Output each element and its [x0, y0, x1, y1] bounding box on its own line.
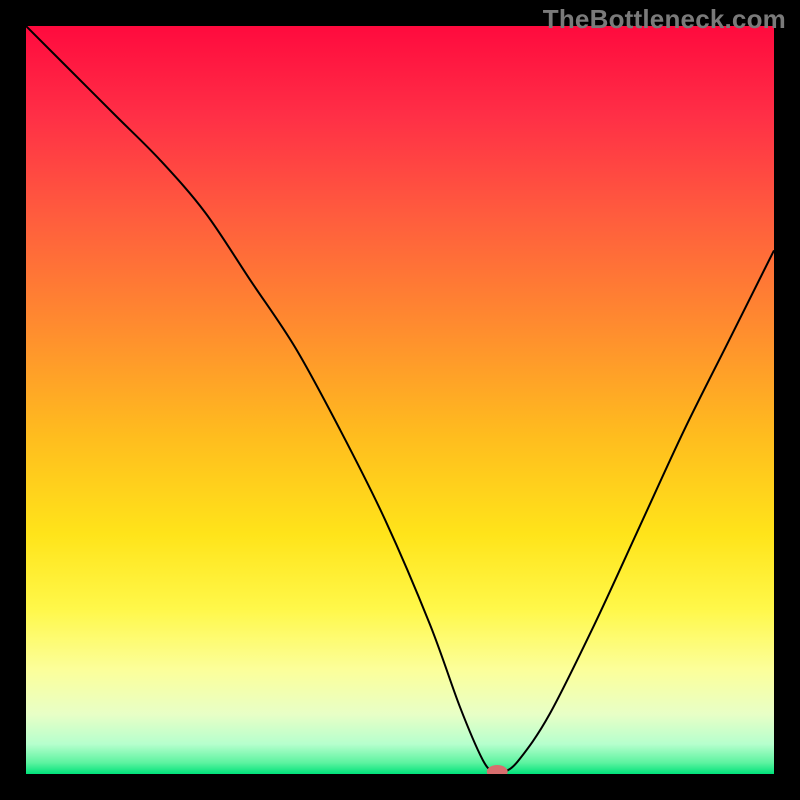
- plot-area: [26, 26, 774, 774]
- chart-svg: [26, 26, 774, 774]
- chart-frame: TheBottleneck.com: [0, 0, 800, 800]
- watermark-text: TheBottleneck.com: [543, 4, 786, 35]
